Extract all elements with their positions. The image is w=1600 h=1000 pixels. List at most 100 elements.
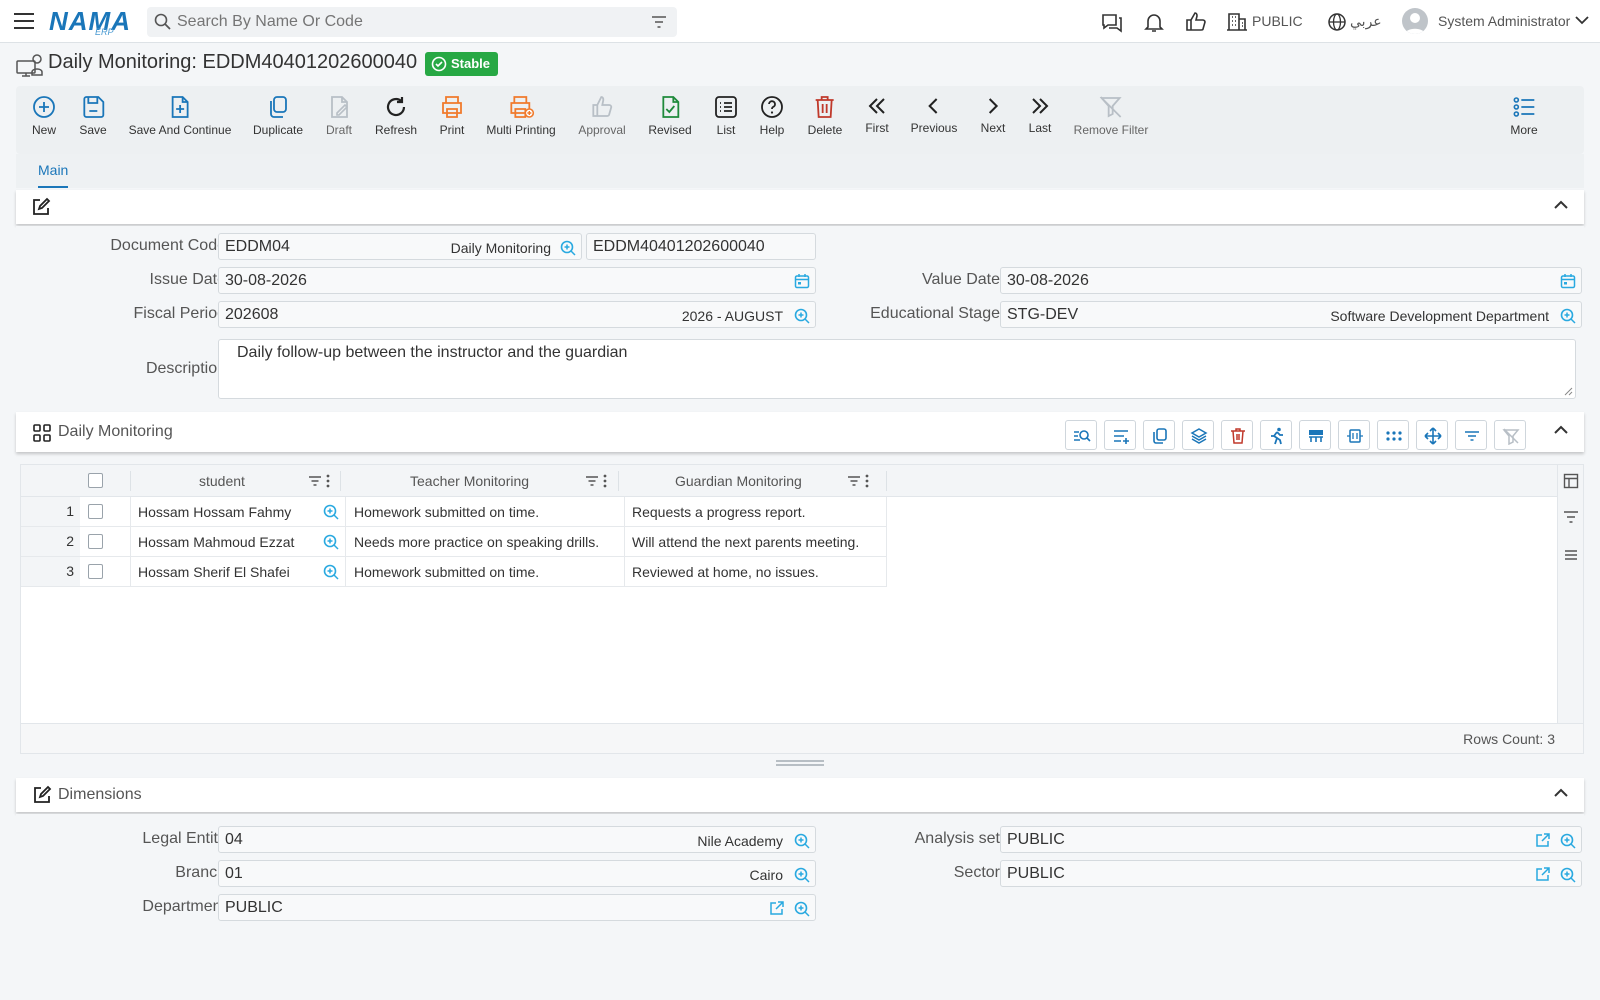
external-link-icon[interactable] xyxy=(1535,832,1551,848)
sector-field[interactable]: PUBLIC xyxy=(1000,860,1582,887)
calendar-icon[interactable] xyxy=(794,273,810,289)
external-link-icon[interactable] xyxy=(769,900,785,916)
grid-options-button[interactable] xyxy=(1377,420,1409,450)
user-avatar[interactable] xyxy=(1402,8,1428,34)
educational-stage-field[interactable]: STG-DEV Software Development Department xyxy=(1000,301,1582,328)
filter-icon[interactable] xyxy=(308,475,322,487)
chat-icon[interactable] xyxy=(1100,10,1124,34)
chevron-down-icon[interactable] xyxy=(1575,15,1589,25)
lookup-icon[interactable] xyxy=(1559,832,1577,850)
more-button[interactable]: More xyxy=(1510,94,1538,137)
chevron-up-icon[interactable] xyxy=(1554,425,1568,435)
lookup-icon[interactable] xyxy=(322,563,340,581)
grid-filter-button[interactable] xyxy=(1455,420,1487,450)
grid-delete-button[interactable] xyxy=(1221,420,1253,450)
student-cell[interactable]: Hossam Mahmoud Ezzat xyxy=(138,534,294,550)
save-button[interactable]: Save xyxy=(79,94,107,137)
previous-button[interactable]: Previous xyxy=(911,94,957,135)
external-link-icon[interactable] xyxy=(1535,866,1551,882)
list-button[interactable]: List xyxy=(713,94,739,137)
chevron-up-icon[interactable] xyxy=(1554,788,1568,798)
duplicate-button[interactable]: Duplicate xyxy=(253,94,303,137)
table-row[interactable]: 2 Hossam Mahmoud Ezzat Needs more practi… xyxy=(21,527,887,557)
guardian-monitoring-cell[interactable]: Requests a progress report. xyxy=(632,504,806,520)
calendar-icon[interactable] xyxy=(1560,273,1576,289)
search-input[interactable] xyxy=(177,11,637,33)
thumbs-up-icon[interactable] xyxy=(1184,10,1208,34)
row-checkbox[interactable] xyxy=(88,564,103,579)
filter-icon[interactable] xyxy=(585,475,599,487)
remove-filter-button[interactable]: Remove Filter xyxy=(1074,94,1148,137)
language-switch[interactable]: عربي xyxy=(1350,13,1382,30)
grid-fit-button[interactable] xyxy=(1338,420,1370,450)
branch-field[interactable]: 01 Cairo xyxy=(218,860,816,887)
grid-add-row-button[interactable] xyxy=(1104,420,1136,450)
issue-date-field[interactable]: 30-08-2026 xyxy=(218,267,816,294)
teacher-monitoring-cell[interactable]: Homework submitted on time. xyxy=(354,564,539,580)
grid-run-button[interactable] xyxy=(1260,420,1292,450)
select-all-checkbox[interactable] xyxy=(88,473,103,488)
draft-button[interactable]: Draft xyxy=(326,94,352,137)
lookup-icon[interactable] xyxy=(793,866,811,884)
grid-merge-button[interactable] xyxy=(1299,420,1331,450)
column-header-teacher[interactable]: Teacher Monitoring xyxy=(410,473,529,489)
lookup-icon[interactable] xyxy=(793,832,811,850)
document-code-field[interactable]: EDDM04 Daily Monitoring xyxy=(218,233,582,260)
lookup-icon[interactable] xyxy=(1559,307,1577,325)
building-icon[interactable] xyxy=(1226,10,1250,34)
lookup-icon[interactable] xyxy=(322,503,340,521)
grid-copy-button[interactable] xyxy=(1143,420,1175,450)
filter-icon[interactable] xyxy=(1563,510,1579,524)
grid-layers-button[interactable] xyxy=(1182,420,1214,450)
new-button[interactable]: New xyxy=(31,94,57,137)
column-header-guardian[interactable]: Guardian Monitoring xyxy=(675,473,802,489)
logo[interactable]: NAMA ERP xyxy=(49,6,133,38)
tab-main[interactable]: Main xyxy=(38,162,69,188)
teacher-monitoring-cell[interactable]: Homework submitted on time. xyxy=(354,504,539,520)
teacher-monitoring-cell[interactable]: Needs more practice on speaking drills. xyxy=(354,534,599,550)
description-field[interactable]: Daily follow-up between the instructor a… xyxy=(218,339,1576,399)
grid-clear-filter-button[interactable] xyxy=(1494,420,1526,450)
resize-handle-icon[interactable] xyxy=(1563,386,1573,396)
print-button[interactable]: Print xyxy=(439,94,465,137)
menu-icon[interactable] xyxy=(12,10,36,32)
globe-icon[interactable] xyxy=(1327,10,1351,34)
kebab-menu-icon[interactable] xyxy=(326,474,330,488)
analysis-set-field[interactable]: PUBLIC xyxy=(1000,826,1582,853)
lookup-icon[interactable] xyxy=(793,900,811,918)
table-row[interactable]: 1 Hossam Hossam Fahmy Homework submitted… xyxy=(21,497,887,527)
menu-lines-icon[interactable] xyxy=(1563,548,1579,562)
lookup-icon[interactable] xyxy=(1559,866,1577,884)
guardian-monitoring-cell[interactable]: Will attend the next parents meeting. xyxy=(632,534,859,550)
grid-search-button[interactable] xyxy=(1065,420,1097,450)
table-row[interactable]: 3 Hossam Sherif El Shafei Homework submi… xyxy=(21,557,887,587)
row-checkbox[interactable] xyxy=(88,534,103,549)
grid-move-button[interactable] xyxy=(1416,420,1448,450)
fiscal-period-field[interactable]: 202608 2026 - AUGUST xyxy=(218,301,816,328)
guardian-monitoring-cell[interactable]: Reviewed at home, no issues. xyxy=(632,564,819,580)
resize-drag-handle[interactable] xyxy=(776,760,824,766)
multi-printing-button[interactable]: Multi Printing xyxy=(486,94,556,137)
row-checkbox[interactable] xyxy=(88,504,103,519)
bell-icon[interactable] xyxy=(1142,10,1166,34)
document-number-field[interactable]: EDDM40401202600040 xyxy=(586,233,816,260)
columns-panel-icon[interactable] xyxy=(1563,473,1579,489)
user-name[interactable]: System Administrator xyxy=(1438,13,1570,29)
filter-icon[interactable] xyxy=(651,15,667,29)
chevron-up-icon[interactable] xyxy=(1554,200,1568,210)
next-button[interactable]: Next xyxy=(981,94,1005,135)
refresh-button[interactable]: Refresh xyxy=(375,94,417,137)
filter-icon[interactable] xyxy=(847,475,861,487)
first-button[interactable]: First xyxy=(865,94,889,135)
department-field[interactable]: PUBLIC xyxy=(218,894,816,921)
value-date-field[interactable]: 30-08-2026 xyxy=(1000,267,1582,294)
lookup-icon[interactable] xyxy=(793,307,811,325)
kebab-menu-icon[interactable] xyxy=(865,474,869,488)
lookup-icon[interactable] xyxy=(559,239,577,257)
company-label[interactable]: PUBLIC xyxy=(1252,13,1303,29)
kebab-menu-icon[interactable] xyxy=(603,474,607,488)
revised-button[interactable]: Revised xyxy=(648,94,692,137)
student-cell[interactable]: Hossam Sherif El Shafei xyxy=(138,564,290,580)
column-header-student[interactable]: student xyxy=(199,473,245,489)
save-and-continue-button[interactable]: Save And Continue xyxy=(129,94,231,137)
